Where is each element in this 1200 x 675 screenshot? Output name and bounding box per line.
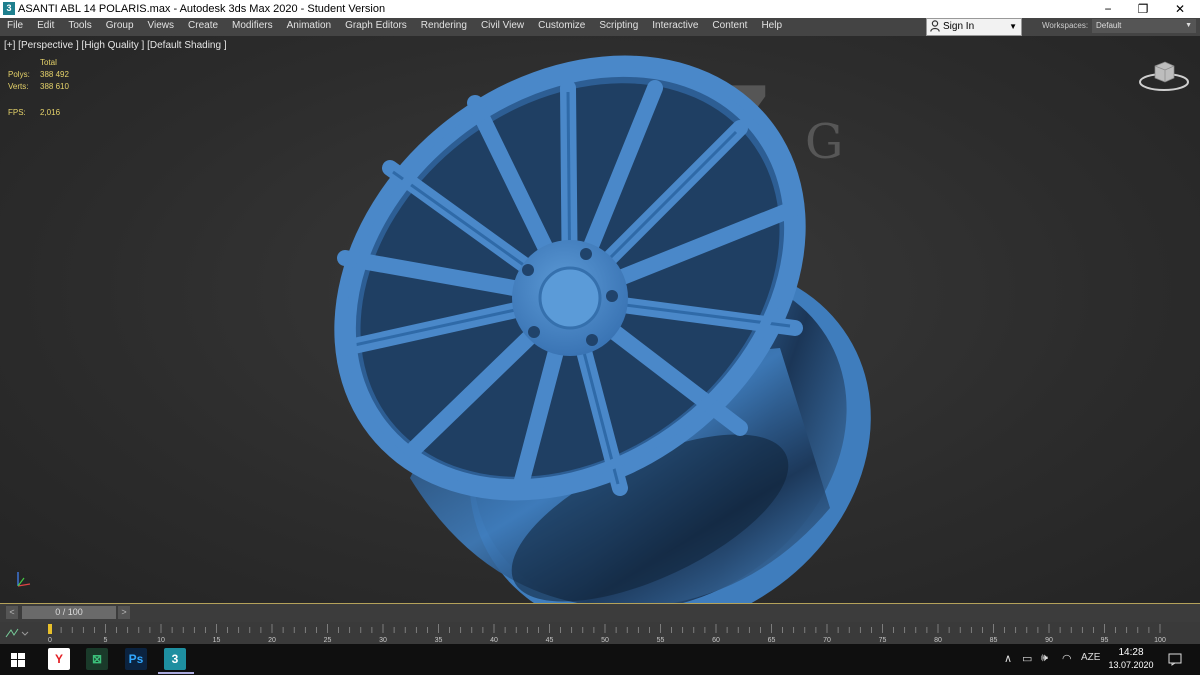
workspaces-value: Default: [1096, 21, 1122, 30]
menu-tools[interactable]: Tools: [61, 18, 98, 36]
polys-value: 388 492: [40, 70, 69, 79]
3dsmax-icon[interactable]: 3: [164, 648, 186, 670]
window-title: ASANTI ABL 14 POLARIS.max - Autodesk 3ds…: [18, 3, 386, 15]
ruler-label: 50: [601, 637, 609, 644]
cad-app-icon[interactable]: ⊠: [86, 648, 108, 670]
windows-taskbar: Y ⊠ Ps 3 ∧ ▭ 🕪 ◠ AZE 14:28 13.07.2020: [0, 644, 1200, 675]
polys-label: Polys:: [8, 70, 30, 79]
wheel-model[interactable]: [300, 48, 900, 604]
next-frame-button[interactable]: >: [118, 606, 130, 619]
minimize-button[interactable]: −: [1088, 0, 1128, 18]
axis-tripod-icon: [17, 572, 31, 587]
clock-date: 13.07.2020: [1108, 660, 1154, 670]
ruler-label: 90: [1045, 637, 1053, 644]
person-icon: [930, 20, 940, 37]
yandex-browser-icon[interactable]: Y: [48, 648, 70, 670]
chevron-down-icon: ▼: [1185, 22, 1192, 29]
fps-label: FPS:: [8, 108, 26, 117]
ruler-label: 60: [712, 637, 720, 644]
ruler-label: 40: [490, 637, 498, 644]
menu-content[interactable]: Content: [705, 18, 754, 36]
input-language-indicator[interactable]: AZE: [1081, 652, 1100, 663]
verts-value: 388 610: [40, 82, 69, 91]
ruler-label: 5: [104, 637, 108, 644]
menu-file[interactable]: File: [0, 18, 30, 36]
menu-edit[interactable]: Edit: [30, 18, 61, 36]
sign-in-label: Sign In: [943, 21, 975, 32]
viewport-label-menu[interactable]: [+] [Perspective ] [High Quality ] [Defa…: [4, 40, 227, 51]
windows-start-icon[interactable]: [11, 653, 25, 667]
ruler-label: 100: [1154, 637, 1166, 644]
volume-icon[interactable]: 🕪: [1041, 652, 1048, 665]
curve-editor-icon[interactable]: [4, 626, 32, 640]
ruler-label: 75: [879, 637, 887, 644]
close-button[interactable]: ✕: [1160, 0, 1200, 18]
active-app-indicator: [158, 672, 194, 674]
previous-frame-button[interactable]: <: [6, 606, 18, 619]
ruler-label: 70: [823, 637, 831, 644]
menu-rendering[interactable]: Rendering: [414, 18, 474, 36]
track-bar: 0 5 10 15 20 25 30 35 40 45 50 55 60 65 70 75 80 85 90 95 10…: [0, 622, 1200, 644]
ruler-label: 30: [379, 637, 387, 644]
ruler-label: 10: [157, 637, 165, 644]
current-frame-marker[interactable]: [48, 624, 52, 634]
ruler-label: 0: [48, 637, 52, 644]
time-slider[interactable]: 0 / 100: [22, 606, 116, 619]
ruler-label: 80: [934, 637, 942, 644]
menu-civil-view[interactable]: Civil View: [474, 18, 531, 36]
network-icon[interactable]: ◠: [1062, 652, 1072, 665]
verts-label: Verts:: [8, 82, 29, 91]
menu-interactive[interactable]: Interactive: [645, 18, 705, 36]
photoshop-icon[interactable]: Ps: [125, 648, 147, 670]
menu-scripting[interactable]: Scripting: [592, 18, 645, 36]
battery-icon[interactable]: ▭: [1022, 652, 1032, 665]
ruler-label: 25: [324, 637, 332, 644]
viewcube-icon[interactable]: [1137, 58, 1191, 94]
3dsmax-app-icon[interactable]: 3: [3, 2, 15, 15]
stats-header: Total: [40, 58, 57, 67]
menu-help[interactable]: Help: [754, 18, 789, 36]
wheel-hub: [512, 240, 628, 356]
time-slider-bar: < 0 / 100 >: [0, 604, 1200, 622]
menu-customize[interactable]: Customize: [531, 18, 592, 36]
ruler-label: 95: [1101, 637, 1109, 644]
chevron-down-icon: ▼: [1009, 22, 1017, 31]
show-hidden-icons-chevron-icon[interactable]: ∧: [1004, 652, 1012, 665]
ruler-label: 20: [268, 637, 276, 644]
ruler-label: 85: [990, 637, 998, 644]
system-clock[interactable]: 14:28 13.07.2020: [1108, 646, 1154, 672]
menu-animation[interactable]: Animation: [280, 18, 338, 36]
menu-modifiers[interactable]: Modifiers: [225, 18, 280, 36]
sign-in-dropdown[interactable]: Sign In ▼: [926, 18, 1022, 36]
timeline-ruler[interactable]: 0 5 10 15 20 25 30 35 40 45 50 55 60 65 70 75 80 85 90 95 10…: [48, 622, 1198, 644]
ruler-label: 45: [546, 637, 554, 644]
menu-create[interactable]: Create: [181, 18, 225, 36]
fps-value: 2,016: [40, 108, 61, 117]
ruler-label: 15: [213, 637, 221, 644]
workspaces-label: Workspaces:: [1042, 21, 1089, 30]
menu-graph-editors[interactable]: Graph Editors: [338, 18, 414, 36]
ruler-label: 65: [768, 637, 776, 644]
menu-bar: File Edit Tools Group Views Create Modif…: [0, 18, 1200, 36]
menu-views[interactable]: Views: [141, 18, 182, 36]
workspaces-select[interactable]: Default ▼: [1092, 19, 1196, 33]
maximize-button[interactable]: ❐: [1123, 0, 1163, 18]
menu-items: File Edit Tools Group Views Create Modif…: [0, 18, 789, 36]
clock-time: 14:28: [1118, 647, 1144, 658]
perspective-viewport[interactable]: [+] [Perspective ] [High Quality ] [Defa…: [0, 36, 1200, 604]
title-bar: 3 ASANTI ABL 14 POLARIS.max - Autodesk 3…: [0, 0, 1200, 18]
ruler-label: 55: [657, 637, 665, 644]
notifications-icon[interactable]: [1168, 653, 1182, 666]
ruler-label: 35: [435, 637, 443, 644]
menu-group[interactable]: Group: [99, 18, 141, 36]
